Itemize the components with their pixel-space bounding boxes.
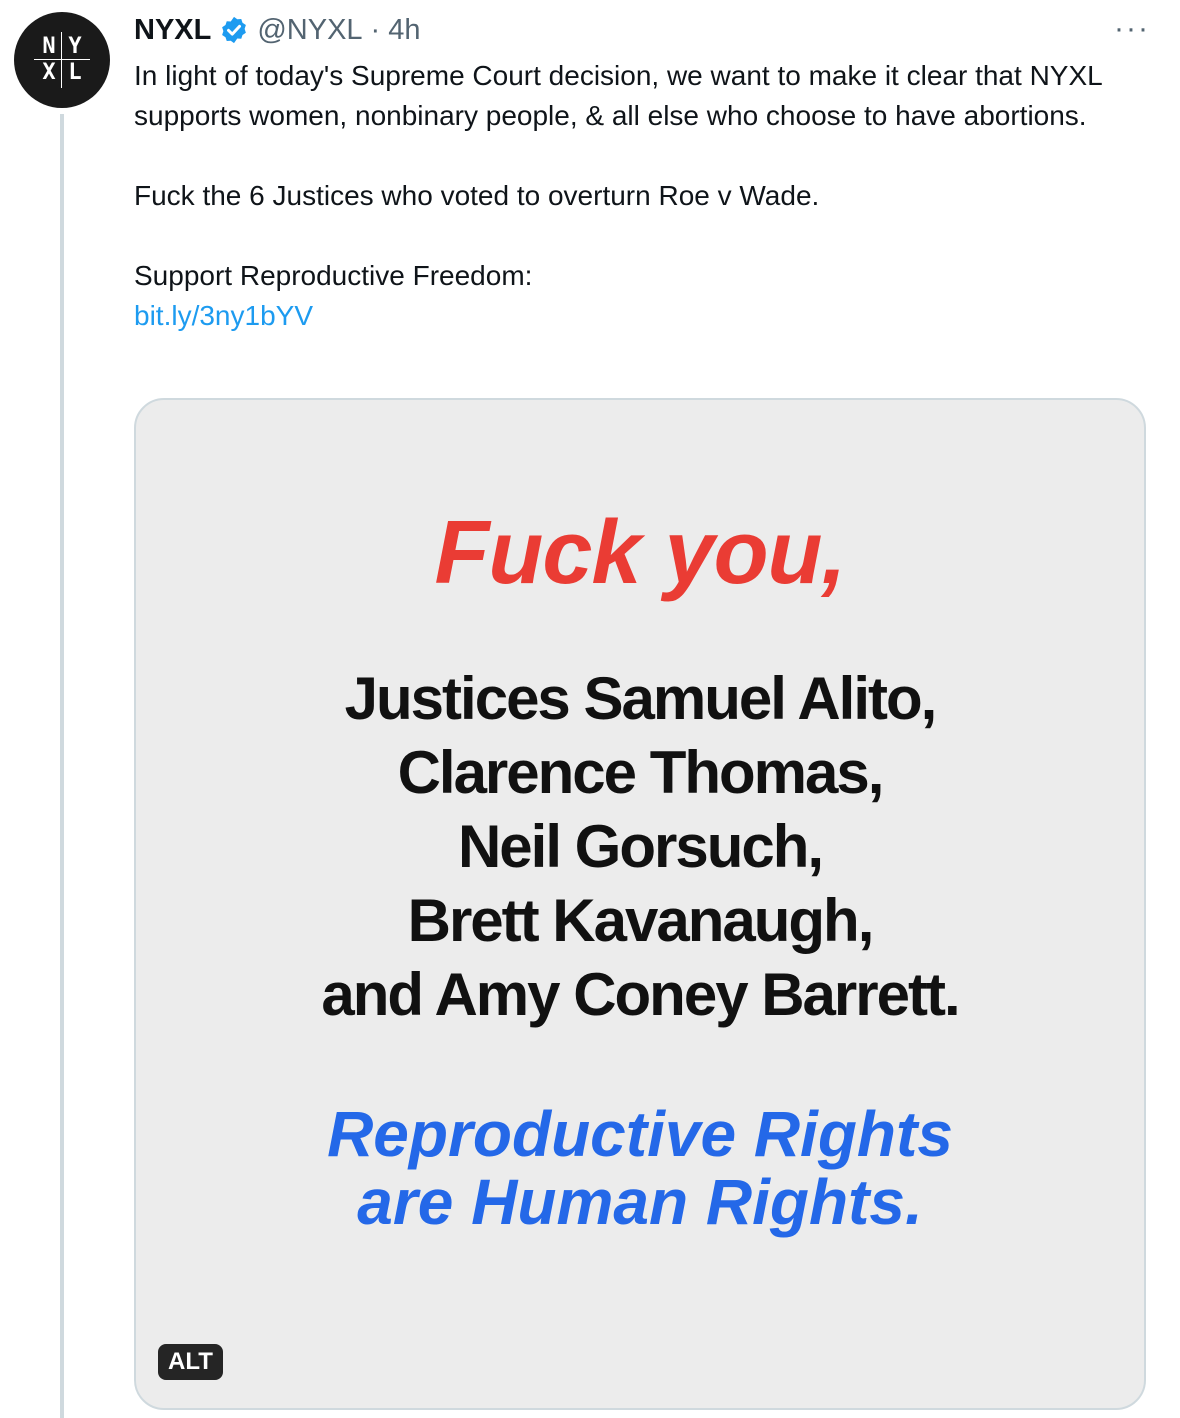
tweet-link[interactable]: bit.ly/3ny1bYV: [134, 300, 313, 331]
media-slogan-line: are Human Rights.: [357, 1166, 923, 1238]
media-name-line: Neil Gorsuch,: [457, 813, 824, 880]
logo-letter: L: [68, 60, 82, 85]
verified-badge-icon: [222, 16, 247, 44]
nyxl-logo: N Y X L: [34, 32, 90, 88]
tweet-paragraph: In light of today's Supreme Court decisi…: [134, 60, 1102, 131]
tweet-header: NYXL @NYXL · 4h: [134, 10, 420, 50]
media-names: Justices Samuel Alito, Clarence Thomas, …: [136, 662, 1144, 1032]
media-name-line: Brett Kavanaugh,: [407, 887, 875, 954]
media-name-line: Clarence Thomas,: [397, 739, 885, 806]
avatar[interactable]: N Y X L: [14, 12, 110, 108]
media-name-line: and Amy Coney Barrett.: [321, 961, 960, 1028]
tweet-paragraph: Fuck the 6 Justices who voted to overtur…: [134, 180, 820, 211]
alt-badge[interactable]: ALT: [158, 1344, 223, 1380]
logo-letter: Y: [68, 34, 82, 59]
logo-letter: X: [42, 60, 56, 85]
display-name[interactable]: NYXL: [134, 14, 211, 47]
timestamp[interactable]: 4h: [388, 14, 420, 47]
logo-letter: N: [42, 34, 56, 59]
media-headline: Fuck you,: [434, 503, 846, 603]
more-icon[interactable]: ···: [1114, 14, 1150, 44]
media-slogan-line: Reproductive Rights: [327, 1098, 953, 1170]
handle[interactable]: @NYXL: [257, 14, 362, 47]
tweet-text: In light of today's Supreme Court decisi…: [134, 56, 1134, 336]
media-slogan: Reproductive Rights are Human Rights.: [136, 1100, 1144, 1236]
media-name-line: Justices Samuel Alito,: [344, 665, 938, 732]
separator-dot: ·: [370, 13, 381, 46]
tweet-paragraph: Support Reproductive Freedom:: [134, 260, 533, 291]
thread-line: [60, 114, 64, 1418]
media-image[interactable]: Fuck you, Justices Samuel Alito, Clarenc…: [134, 398, 1146, 1410]
